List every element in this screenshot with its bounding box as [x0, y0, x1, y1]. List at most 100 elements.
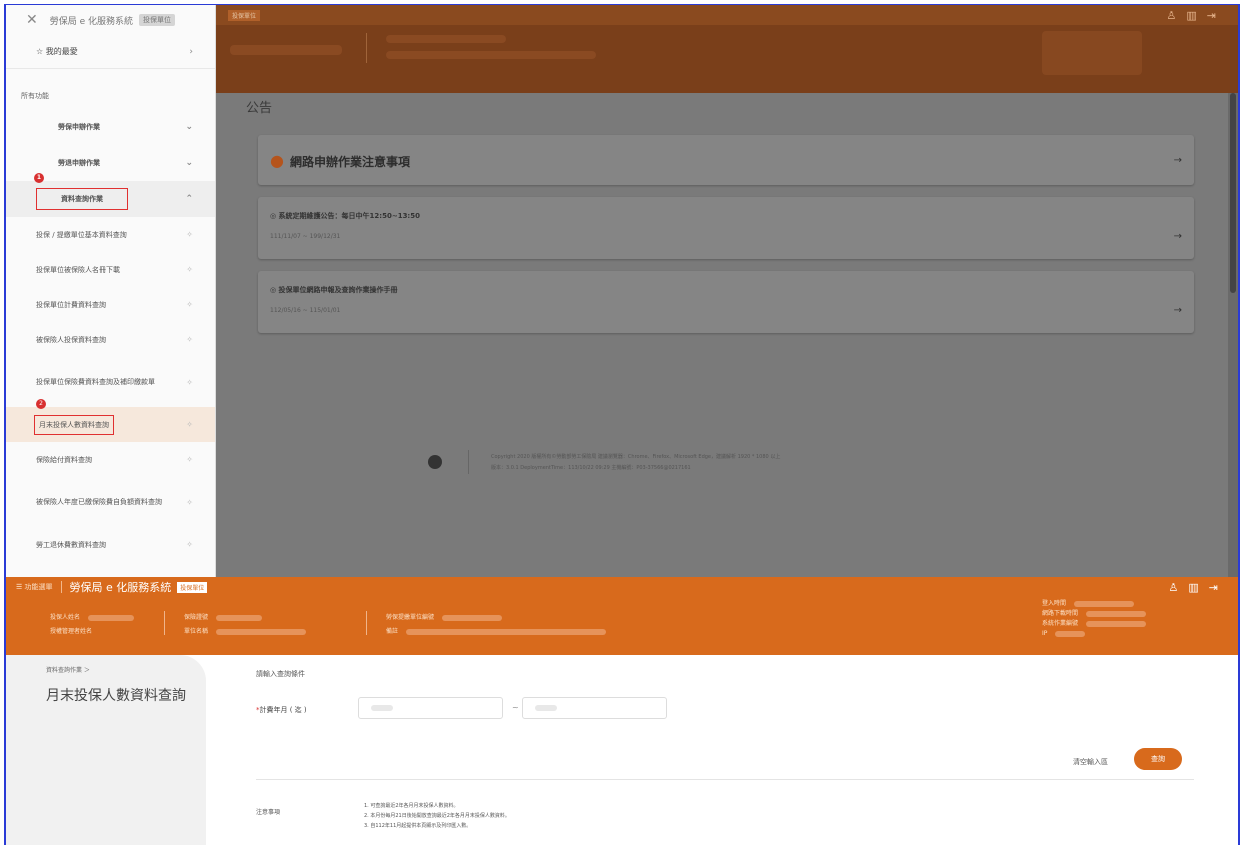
info-label: 登入時間 [1042, 600, 1067, 607]
masked-value [88, 614, 135, 621]
chevron-down-icon: ⌄ [185, 122, 193, 132]
chevron-right-icon: › [189, 46, 193, 57]
arrow-right-icon[interactable]: → [1174, 155, 1182, 166]
announcement-title: ◎ 系統定期維護公告：每日中午12:50~13:50 [270, 211, 1182, 221]
account-info-bar: 投保人姓名 授權管理者姓名 保險證號 單位名稱 勞保提繳單位編號 備註 登入時間… [6, 597, 1238, 655]
unit-tag: 投保單位 [177, 581, 208, 593]
pin-icon[interactable]: ✧ [186, 265, 193, 274]
logout-icon[interactable]: ⇥ [1207, 9, 1226, 22]
info-col-4: 登入時間 網路下載時間 系統作業編號 IP [1042, 599, 1147, 639]
menu-button[interactable]: ☰ 功能選單 [16, 582, 53, 592]
info-col-2: 保險證號 單位名稱 [184, 611, 307, 639]
sidebar-item[interactable]: 投保單位計費資料查詢 ✧ [6, 287, 215, 322]
logout-icon[interactable]: ⇥ [1209, 581, 1228, 594]
masked-value [1074, 600, 1135, 607]
sidebar-item-month-end-count[interactable]: 月末投保人數資料查詢 ✧ [6, 407, 215, 442]
footer-text: Copyright 2020 版權所有©勞動部勞工保險局 建議瀏覽器：Chrom… [491, 453, 780, 471]
info-label: 單位名稱 [184, 628, 209, 635]
footer: Copyright 2020 版權所有©勞動部勞工保險局 建議瀏覽器：Chrom… [428, 450, 780, 474]
query-page-state: ☰ 功能選單 勞保局 e 化服務系統 投保單位 ♙▥⇥ 投保人姓名 授權管理者姓… [6, 577, 1238, 845]
group-label: 勞退申辦作業 [58, 159, 100, 167]
info-label: 網路下載時間 [1042, 610, 1079, 617]
group-data-query[interactable]: 資料查詢作業 ⌃ [6, 181, 215, 217]
book-icon[interactable]: ▥ [1186, 9, 1206, 22]
sidebar-item[interactable]: 保險給付資料查詢 ✧ [6, 442, 215, 477]
hamburger-icon: ☰ [16, 583, 25, 591]
query-form: 請輸入查詢條件 *計費年月 ( 迄 ) ~ 清空輸入區 查詢 注意事項 1. 可… [206, 655, 1238, 845]
blurred-info [386, 35, 506, 43]
pin-icon[interactable]: ✧ [186, 540, 193, 549]
pin-icon[interactable]: ✧ [186, 498, 193, 507]
sidebar-item[interactable]: 被保險人年度已繳保險費自負額資料查詢 ✧ [6, 477, 215, 527]
chevron-down-icon: ⌄ [185, 158, 193, 168]
menu-overlay-state: ✕ 勞保局 e 化服務系統 投保單位 ☆ 我的最愛 › 所有功能 勞保申辦作業 … [6, 5, 1238, 577]
masked-value [216, 614, 263, 621]
arrow-right-icon[interactable]: → [1174, 231, 1182, 242]
info-divider [366, 33, 367, 63]
start-month-input[interactable] [358, 697, 503, 719]
breadcrumb[interactable]: 資料查詢作業 ＞ [46, 665, 90, 674]
info-label: 勞保提繳單位編號 [386, 614, 435, 621]
sidebar-item[interactable]: 投保單位保險費資料查詢及補印繳款單 ✧ 2 [6, 357, 215, 409]
info-label: 系統作業編號 [1042, 620, 1079, 627]
section-label: 所有功能 [21, 92, 49, 100]
info-col-1: 投保人姓名 授權管理者姓名 [50, 611, 135, 639]
scrollbar-thumb[interactable] [1230, 93, 1236, 293]
footer-version: 版本：3.0.1 DeploymentTime：113/10/22 09:29 … [491, 465, 691, 471]
arrow-right-icon[interactable]: → [1174, 305, 1182, 316]
sidebar-item[interactable]: 勞工退休費數資料查詢 ✧ [6, 527, 215, 562]
unit-tag: 投保單位 [228, 9, 261, 21]
masked-value [406, 628, 607, 635]
announcement-card[interactable]: ◎ 系統定期維護公告：每日中午12:50~13:50 111/11/07 ~ 1… [258, 197, 1194, 259]
sidebar-item-label: 投保單位計費資料查詢 [36, 300, 106, 309]
masked-value [1055, 630, 1086, 637]
sidebar-header: ✕ 勞保局 e 化服務系統 投保單位 [6, 5, 215, 35]
masked-value [216, 628, 307, 635]
clear-input-button[interactable]: 清空輸入區 [1073, 757, 1108, 767]
menu-label: 功能選單 [24, 583, 53, 591]
scrollbar[interactable] [1228, 93, 1238, 577]
step-marker-1: 1 [34, 173, 44, 183]
star-icon: ☆ [36, 47, 46, 56]
pin-icon[interactable]: ✧ [186, 230, 193, 239]
blurred-info [386, 51, 596, 59]
group-labor-pension[interactable]: 1 勞退申辦作業 ⌄ [6, 145, 215, 183]
announcement-card[interactable]: ◎ 投保單位網路申報及查詢作業操作手冊 112/05/16 ~ 115/01/0… [258, 271, 1194, 333]
highlight-box-1: 資料查詢作業 [36, 188, 128, 210]
sidebar-item[interactable]: 投保 / 提繳單位基本資料查詢 ✧ [6, 217, 215, 252]
favorites-link[interactable]: ☆ 我的最愛 › [6, 35, 215, 69]
info-col-3: 勞保提繳單位編號 備註 [386, 611, 607, 639]
masked-value [1086, 610, 1147, 617]
user-icon[interactable]: ♙ [1167, 9, 1187, 22]
sidebar-item-label: 勞工退休費數資料查詢 [36, 540, 106, 549]
book-icon[interactable]: ▥ [1188, 581, 1208, 594]
close-icon[interactable]: ✕ [26, 12, 38, 28]
sidebar-item[interactable]: 被保險人投保資料查詢 ✧ [6, 322, 215, 357]
dimmed-header: 投保單位 ♙▥⇥ [216, 5, 1238, 93]
pin-icon[interactable]: ✧ [186, 300, 193, 309]
pin-icon[interactable]: ✧ [186, 455, 193, 464]
field-label: *計費年月 ( 迄 ) [256, 705, 307, 715]
dimmed-main-content[interactable]: 投保單位 ♙▥⇥ 公告 ● 網路申辦作業注意事項 → ◎ 系統定期維護公告：每日中… [216, 5, 1238, 577]
top-bar: ☰ 功能選單 勞保局 e 化服務系統 投保單位 ♙▥⇥ [6, 577, 1238, 597]
announcement-title-text: 投保單位網路申報及查詢作業操作手冊 [278, 286, 398, 294]
screenshot-frame: ✕ 勞保局 e 化服務系統 投保單位 ☆ 我的最愛 › 所有功能 勞保申辦作業 … [4, 4, 1240, 845]
page-body: 資料查詢作業 ＞ 月末投保人數資料查詢 請輸入查詢條件 *計費年月 ( 迄 ) … [6, 655, 1238, 845]
app-badge: 投保單位 [139, 14, 175, 26]
pin-icon[interactable]: ✧ [186, 420, 193, 429]
user-icon[interactable]: ♙ [1169, 581, 1189, 594]
info-divider [164, 611, 165, 635]
query-button[interactable]: 查詢 [1134, 748, 1182, 770]
info-label: 備註 [386, 628, 399, 635]
notice-card[interactable]: ● 網路申辦作業注意事項 → [258, 135, 1194, 185]
notes-list: 1. 可查詢最近2年各月月末投保人數資料。 2. 本月份每月21日後始開放查詢最… [364, 801, 510, 831]
sidebar-item[interactable]: 投保單位被保險人名冊下載 ✧ [6, 252, 215, 287]
end-month-input[interactable] [522, 697, 667, 719]
query-section-title: 請輸入查詢條件 [256, 670, 305, 678]
chevron-up-icon: ⌃ [185, 194, 193, 204]
pin-icon[interactable]: ✧ [186, 335, 193, 344]
pin-icon[interactable]: ✧ [186, 378, 193, 387]
group-labor-insurance[interactable]: 勞保申辦作業 ⌄ [6, 109, 215, 145]
footer-divider [468, 450, 469, 474]
sidebar-item-label: 月末投保人數資料查詢 [39, 420, 109, 429]
